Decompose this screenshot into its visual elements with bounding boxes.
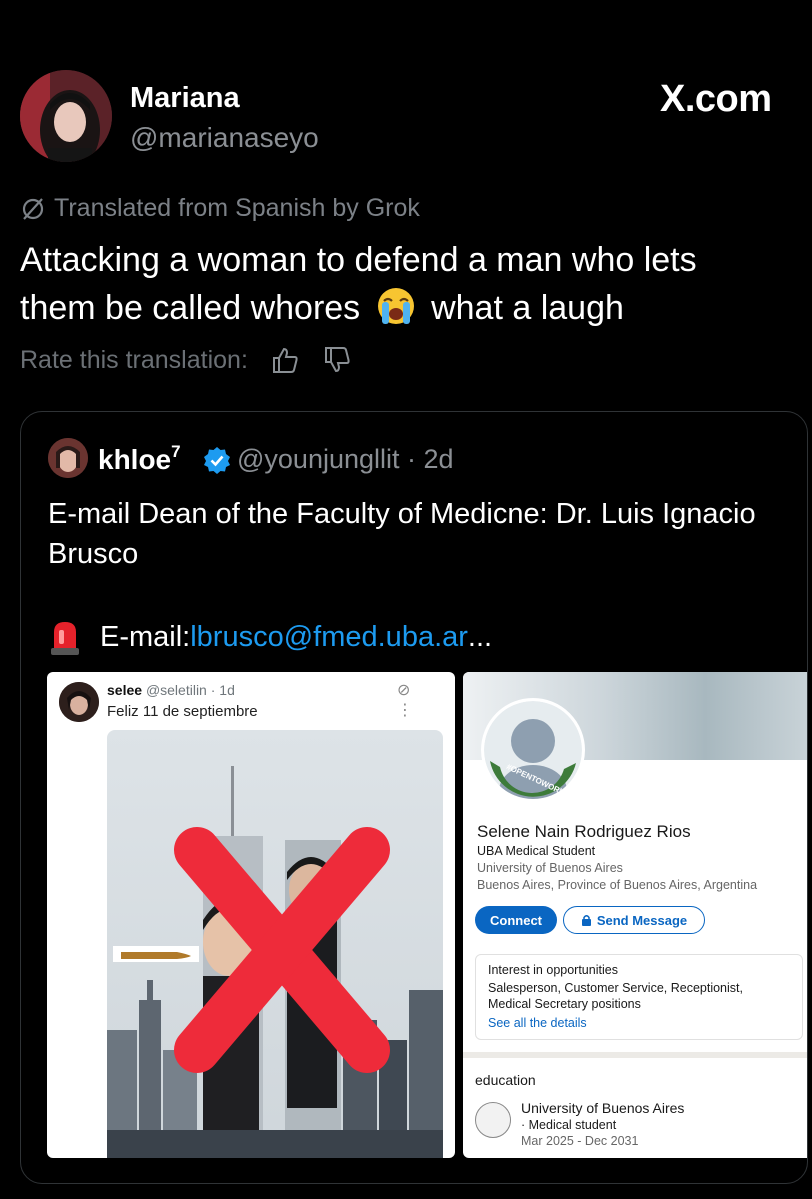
more-options-icon[interactable]: ⋮ <box>801 768 807 789</box>
send-message-label: Send Message <box>596 912 688 928</box>
author-avatar[interactable] <box>20 70 112 162</box>
grok-icon <box>22 197 44 220</box>
connect-button[interactable]: Connect <box>475 906 557 934</box>
profile-photo: #OPENTOWORK <box>481 698 585 802</box>
quoted-author-name-text: khloe <box>98 444 172 475</box>
embedded-author-handle: @seletilin · 1d <box>145 682 235 698</box>
see-details-link[interactable]: See all the details <box>488 1016 587 1030</box>
send-message-button[interactable]: Send Message <box>563 906 705 934</box>
education-dates: Mar 2025 - Dec 2031 <box>521 1134 639 1148</box>
opportunities-title: Interest in opportunities <box>488 963 618 977</box>
profile-school: University of Buenos Aires <box>477 861 623 875</box>
translation-notice: Translated from Spanish by Grok <box>20 194 420 223</box>
profile-location: Buenos Aires, Province of Buenos Aires, … <box>477 878 758 892</box>
tweet-text-part2: what a laugh <box>431 289 624 327</box>
thumbs-up-icon[interactable] <box>270 345 300 375</box>
education-school: University of Buenos Aires <box>521 1100 685 1116</box>
quoted-author-avatar[interactable] <box>48 438 88 478</box>
quoted-author-name[interactable]: khloe7 <box>98 442 181 476</box>
quoted-post-text: E-mail Dean of the Faculty of Medicne: D… <box>48 498 756 570</box>
opportunities-box: Interest in opportunities Salesperson, C… <box>475 954 803 1040</box>
email-ellipsis: ... <box>467 620 493 653</box>
education-degree: · Medical student <box>521 1118 617 1132</box>
site-watermark: X.com <box>660 78 772 121</box>
author-handle[interactable]: @marianaseyo <box>130 122 319 154</box>
police-light-icon <box>51 622 79 655</box>
quoted-post[interactable]: khloe7 @younjungllit · 2d E-mail Dean of… <box>20 411 808 1184</box>
quoted-email-line: E-mail: lbrusco@fmed.uba.ar ... <box>48 618 492 656</box>
rate-translation: Rate this translation: <box>20 345 352 375</box>
lock-icon <box>581 915 591 926</box>
embedded-photo <box>107 730 443 1158</box>
site-watermark-text: X.com <box>660 78 772 120</box>
tweet-text: Attacking a woman to defend a man who le… <box>20 236 780 332</box>
opportunities-body: Salesperson, Customer Service, Reception… <box>488 981 743 1011</box>
university-seal-icon <box>475 1102 511 1138</box>
embedded-author-name: selee <box>107 682 143 698</box>
embedded-tweet-text: Feliz 11 de septiembre <box>107 703 258 720</box>
loudly-crying-face-icon <box>377 288 414 324</box>
embedded-icons: ⊘ ⋮ <box>397 682 423 719</box>
profile-name: Selene Nain Rodriguez Rios <box>477 822 691 841</box>
towers-collage-image <box>107 730 443 1158</box>
quoted-author-name-sup: 7 <box>171 442 181 461</box>
section-divider <box>463 1052 807 1058</box>
attached-image-tweet-screenshot[interactable]: selee @seletilin · 1d ⊘ ⋮ Feliz 11 de se… <box>47 672 455 1158</box>
email-link[interactable]: lbrusco@fmed.uba.ar <box>190 621 468 654</box>
translation-notice-text: Translated from Spanish by Grok <box>54 194 420 222</box>
email-label: E-mail: <box>100 620 191 653</box>
author-name[interactable]: Mariana <box>130 82 240 115</box>
embedded-author-avatar <box>59 682 99 722</box>
thumbs-down-icon[interactable] <box>322 345 352 375</box>
quoted-author-handle[interactable]: @younjungllit · 2d <box>237 444 454 475</box>
verified-badge-icon <box>204 447 230 474</box>
embedded-author-line: selee @seletilin · 1d <box>107 682 235 698</box>
attached-image-linkedin-profile[interactable]: #OPENTOWORK ⋮ Selene Nain Rodriguez Rios… <box>463 672 807 1158</box>
education-header: education <box>475 1072 536 1088</box>
profile-headline: UBA Medical Student <box>477 844 596 858</box>
rate-label: Rate this translation: <box>20 345 248 374</box>
